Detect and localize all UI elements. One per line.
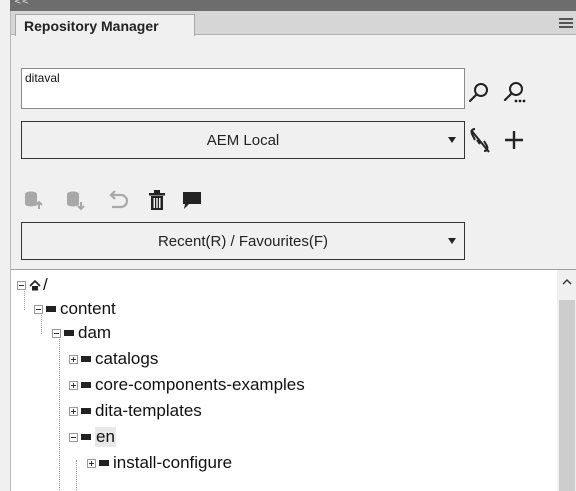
tree-guide-line xyxy=(59,332,60,491)
tree-node-label: en xyxy=(95,427,116,447)
tree-node-label: install-configure xyxy=(113,453,233,472)
expand-icon[interactable] xyxy=(87,458,96,468)
tree-vertical-scrollbar[interactable] xyxy=(557,270,576,491)
folder-icon xyxy=(99,460,109,466)
tree-node-dam[interactable]: dam xyxy=(52,322,111,344)
tree-node-label: dita-templates xyxy=(95,401,202,420)
plus-icon[interactable] xyxy=(503,129,525,151)
tree-node-label: dam xyxy=(78,323,112,342)
recent-favourites-dropdown[interactable]: Recent(R) / Favourites(F) xyxy=(21,222,465,260)
folder-icon xyxy=(64,330,74,336)
repository-manager-panel: Repository Manager ditaval AEM Local Rec… xyxy=(10,11,576,491)
scrollbar-thumb[interactable] xyxy=(559,300,575,491)
advanced-search-icon[interactable] xyxy=(501,79,529,107)
repository-tree: / content dam catalogs core-components-e… xyxy=(11,269,576,491)
tree-node-install-configure[interactable]: install-configure xyxy=(87,452,232,474)
panel-titlebar: << xyxy=(10,0,576,11)
filter-selected-label: Recent(R) / Favourites(F) xyxy=(157,232,329,250)
chevron-down-icon xyxy=(448,137,456,143)
panel-tab-bar: Repository Manager xyxy=(11,11,576,36)
collapse-panel-button[interactable]: << xyxy=(14,0,29,7)
check-out-icon[interactable] xyxy=(65,189,87,213)
tree-node-core-components-examples[interactable]: core-components-examples xyxy=(69,374,305,396)
tab-repository-manager[interactable]: Repository Manager xyxy=(15,14,195,36)
hamburger-menu-icon[interactable] xyxy=(559,18,573,28)
delete-icon[interactable] xyxy=(147,189,167,213)
folder-icon xyxy=(81,356,91,362)
search-icon[interactable] xyxy=(467,81,491,105)
tree-node-label: content xyxy=(60,299,116,318)
expand-icon[interactable] xyxy=(69,380,78,390)
chevron-up-icon[interactable] xyxy=(562,278,572,286)
tree-node-dita-templates[interactable]: dita-templates xyxy=(69,400,202,422)
collapse-icon[interactable] xyxy=(17,280,26,290)
expand-icon[interactable] xyxy=(69,354,78,364)
tree-root-label: / xyxy=(43,275,48,294)
tree-root[interactable]: / xyxy=(17,274,48,296)
connection-selected-label: AEM Local xyxy=(206,131,280,149)
expand-icon[interactable] xyxy=(69,406,78,416)
collapse-icon[interactable] xyxy=(34,304,43,314)
home-icon xyxy=(29,279,41,290)
tree-node-en[interactable]: en xyxy=(69,426,116,448)
collapse-icon[interactable] xyxy=(52,328,61,338)
comment-icon[interactable] xyxy=(181,189,203,213)
tree-node-catalogs[interactable]: catalogs xyxy=(69,348,158,370)
folder-icon xyxy=(81,434,91,440)
folder-icon xyxy=(81,382,91,388)
tree-node-label: catalogs xyxy=(95,349,159,368)
chevron-down-icon xyxy=(448,238,456,244)
disconnect-icon[interactable] xyxy=(467,126,493,156)
connection-dropdown[interactable]: AEM Local xyxy=(21,121,465,159)
folder-icon xyxy=(46,306,56,312)
search-input[interactable]: ditaval xyxy=(21,68,465,109)
tree-guide-line xyxy=(76,460,77,491)
undo-icon[interactable] xyxy=(107,189,129,213)
folder-icon xyxy=(81,408,91,414)
check-in-icon[interactable] xyxy=(23,189,45,213)
tree-node-content[interactable]: content xyxy=(34,298,116,320)
collapse-icon[interactable] xyxy=(69,432,78,442)
tree-node-label: core-components-examples xyxy=(95,375,305,394)
